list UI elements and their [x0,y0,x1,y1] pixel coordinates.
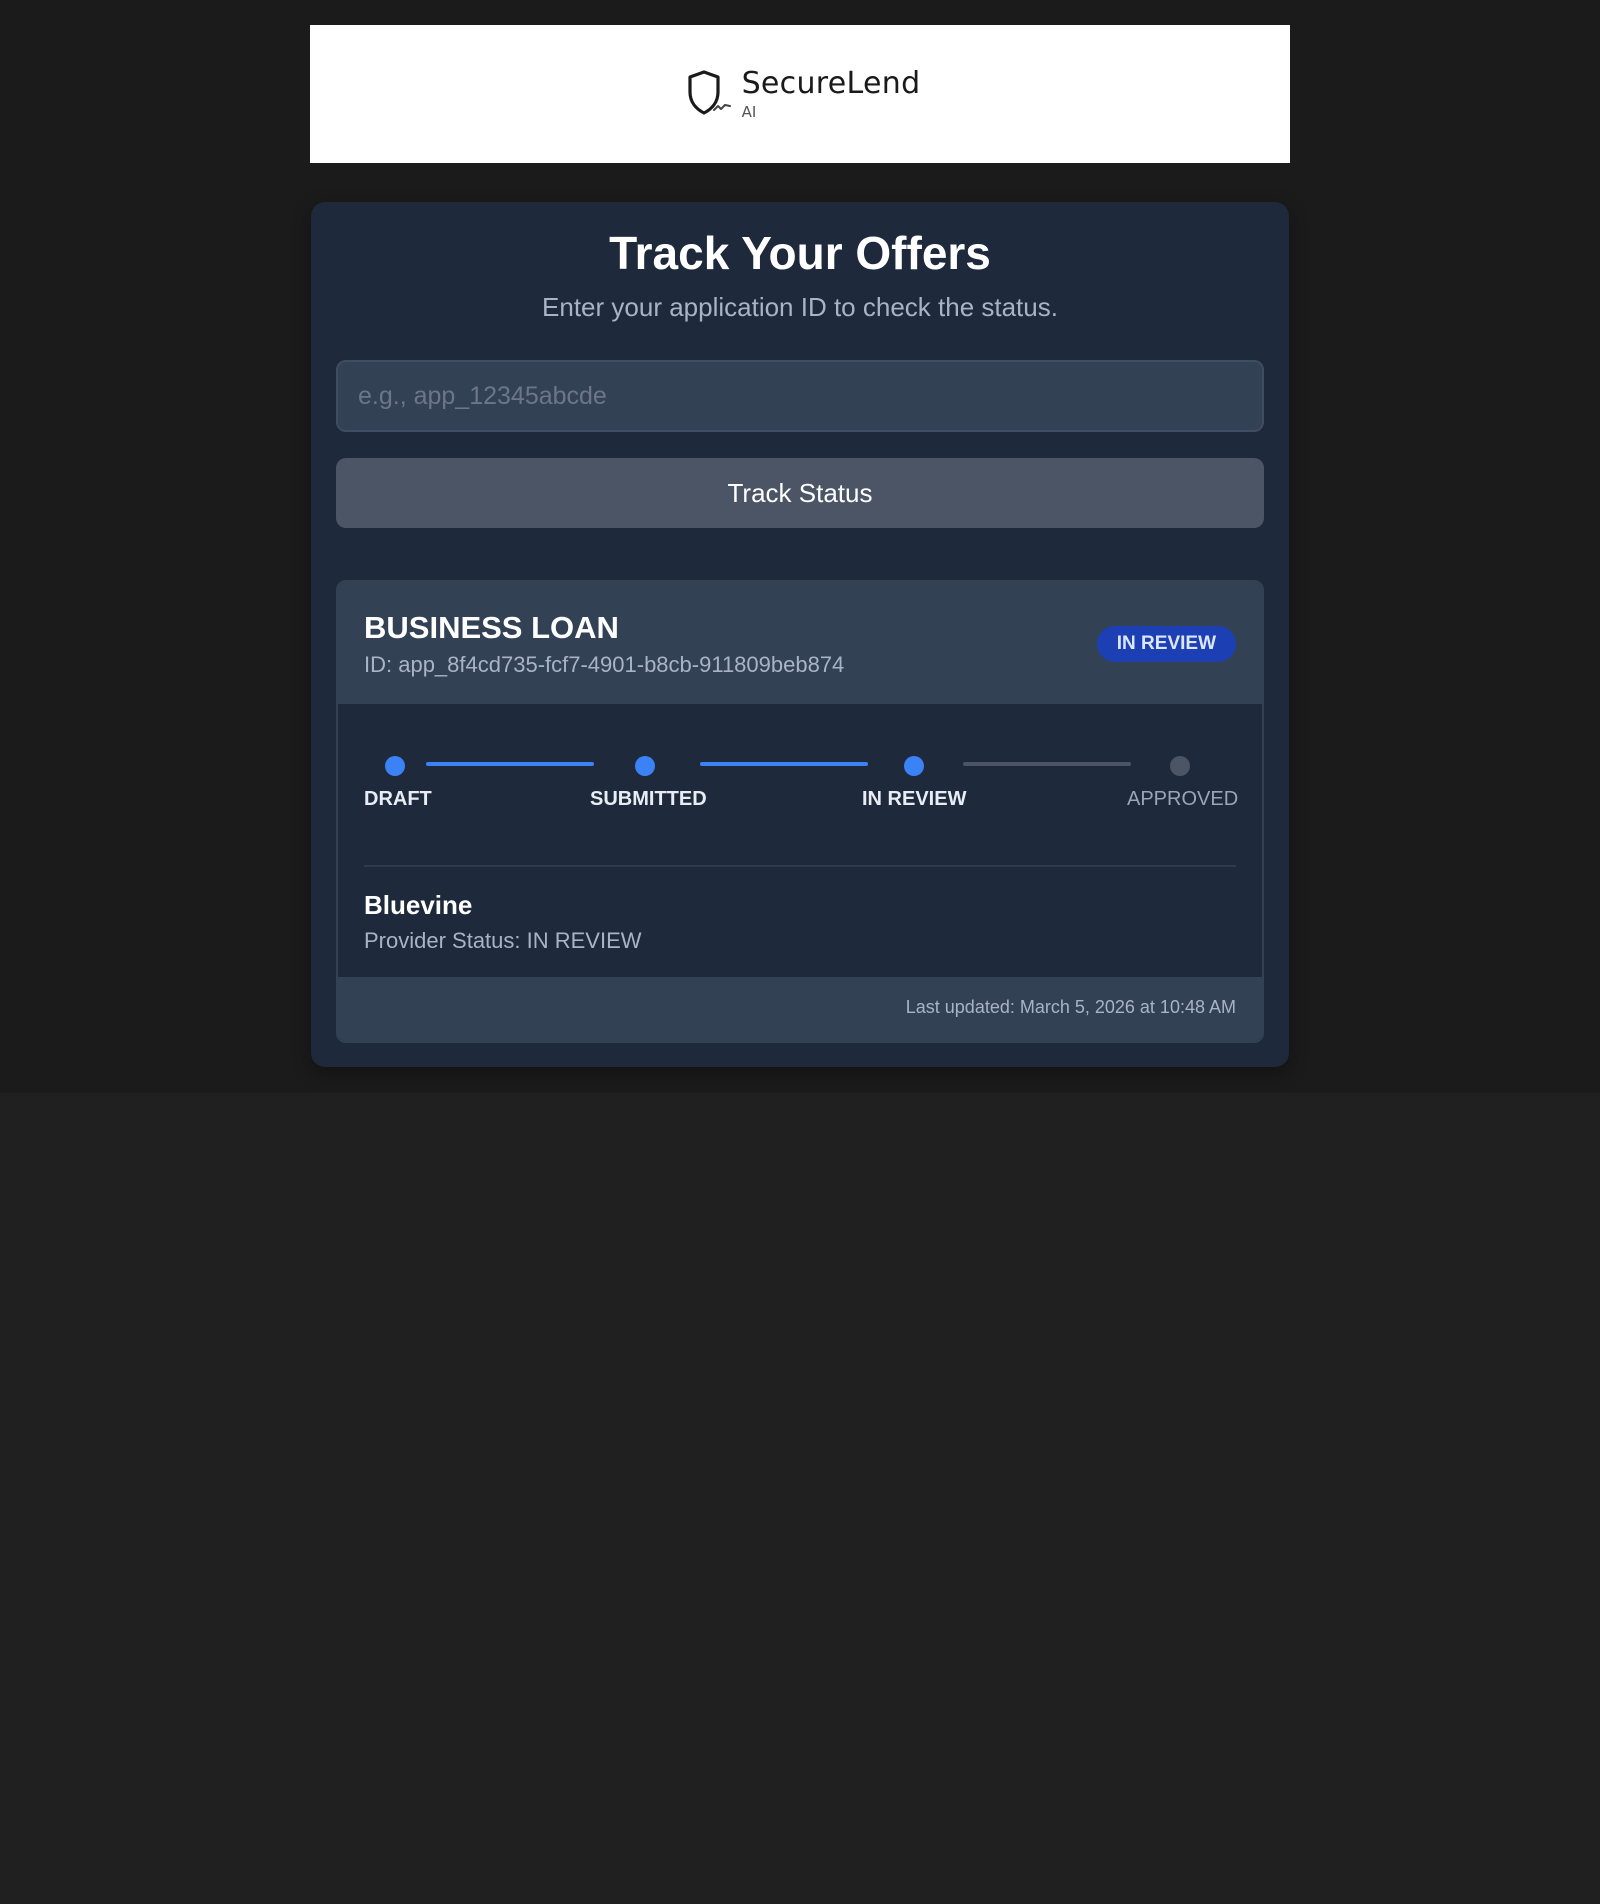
step-dot-approved [1170,756,1190,776]
progress-tracker: DRAFT SUBMITTED IN REVIEW APPROVED [338,704,1262,834]
page-subtitle: Enter your application ID to check the s… [542,292,1058,322]
step-connector [700,762,868,766]
step-dot-in-review [904,756,924,776]
application-status-card: BUSINESS LOAN ID: app_8f4cd735-fcf7-4901… [336,580,1264,1043]
step-label-in-review: IN REVIEW [862,788,967,810]
step-dot-submitted [635,756,655,776]
last-updated-timestamp: Last updated: March 5, 2026 at 10:48 AM [905,997,1236,1017]
step-label-draft: DRAFT [364,788,432,810]
track-status-button[interactable]: Track Status [336,458,1264,528]
track-offers-card: Track Your Offers Enter your application… [311,202,1289,1067]
brand-subtitle: AI [741,102,757,121]
brand-name: SecureLend [741,65,921,101]
application-type: BUSINESS LOAN [364,610,619,645]
site-header: SecureLend AI [310,25,1290,163]
shield-icon [687,70,731,115]
provider-status: Provider Status: IN REVIEW [364,928,642,953]
step-connector [963,762,1131,766]
step-connector [426,762,594,766]
page-title: Track Your Offers [609,227,991,279]
status-badge: IN REVIEW [1096,626,1236,662]
step-dot-draft [385,756,405,776]
application-id: ID: app_8f4cd735-fcf7-4901-b8cb-911809be… [364,652,845,677]
application-header: BUSINESS LOAN ID: app_8f4cd735-fcf7-4901… [338,582,1262,704]
step-label-approved: APPROVED [1127,788,1239,810]
provider-name: Bluevine [364,890,473,920]
application-footer: Last updated: March 5, 2026 at 10:48 AM [338,977,1262,1041]
brand-logo[interactable]: SecureLend AI [684,68,921,120]
divider [364,865,1236,867]
application-id-input[interactable] [336,360,1264,432]
step-label-submitted: SUBMITTED [590,788,707,810]
